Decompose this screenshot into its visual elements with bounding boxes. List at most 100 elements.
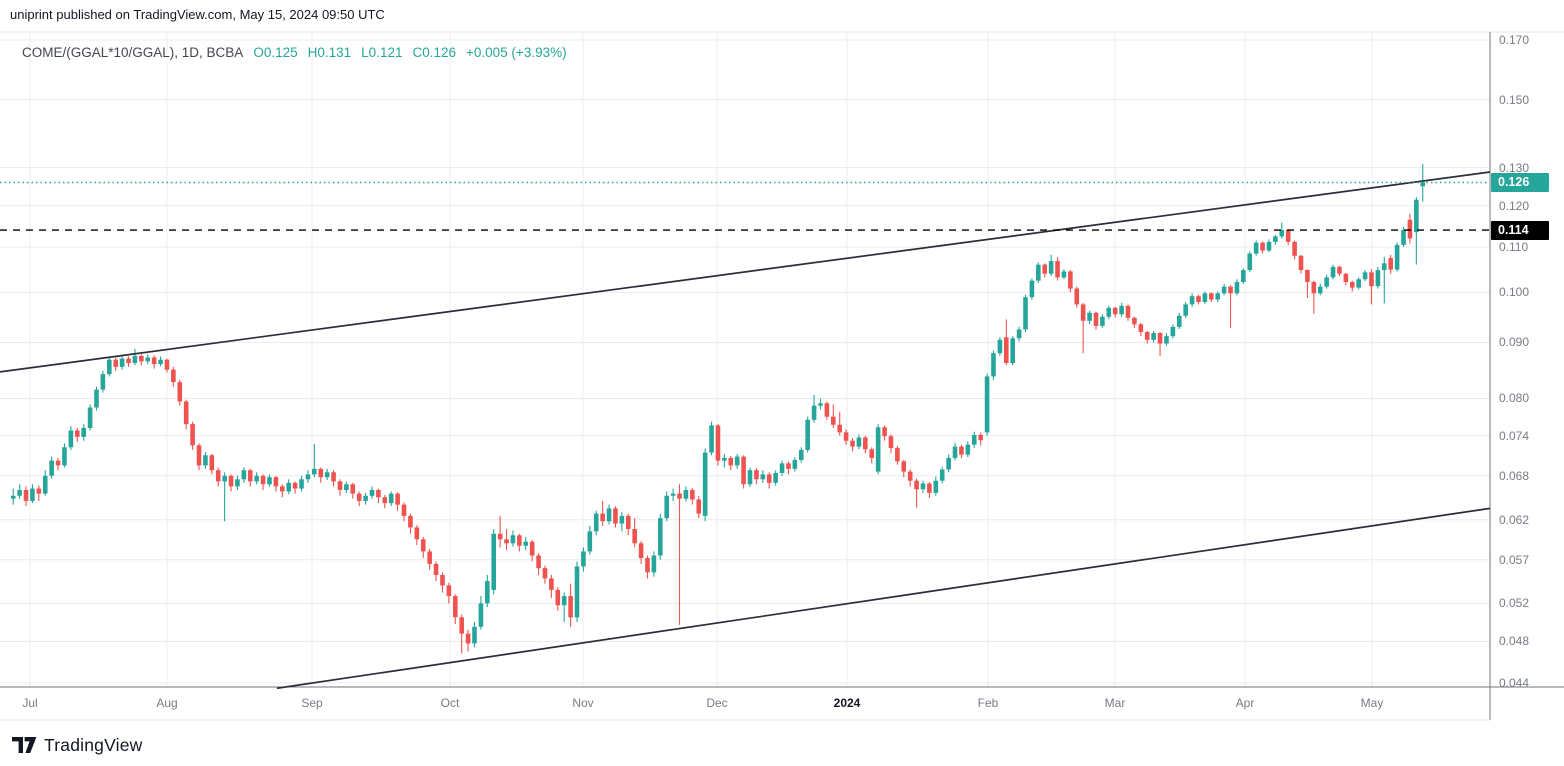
publish-attribution: uniprint published on TradingView.com, M…	[10, 7, 385, 22]
candle	[254, 472, 259, 485]
candle	[1042, 263, 1048, 278]
candle	[786, 461, 791, 475]
candle	[1170, 324, 1176, 339]
candle	[491, 529, 497, 595]
candle	[183, 399, 189, 430]
candle	[1298, 254, 1304, 274]
candle	[36, 485, 42, 501]
time-tick-month: Feb	[977, 696, 999, 710]
candle	[1349, 280, 1355, 292]
candlestick-chart[interactable]	[0, 0, 1564, 766]
tradingview-published-chart-page: { "header": { "publish_line": "uniprint …	[0, 0, 1564, 766]
candle	[523, 536, 529, 550]
candle	[126, 356, 131, 367]
candle	[139, 354, 144, 366]
candle	[1247, 251, 1253, 272]
time-tick-month: Oct	[440, 696, 460, 710]
candle	[318, 467, 324, 483]
candle	[632, 518, 637, 548]
candle	[895, 445, 900, 465]
candle	[62, 443, 67, 468]
candle	[504, 529, 509, 550]
price-tick-label: 0.057	[1499, 552, 1530, 567]
candle	[247, 468, 253, 487]
candle	[485, 574, 490, 608]
candle	[1189, 293, 1195, 307]
candle	[1202, 291, 1208, 304]
candle	[1273, 235, 1278, 245]
candle	[1023, 294, 1028, 333]
candle	[241, 467, 247, 483]
candle	[779, 460, 785, 476]
candle	[465, 629, 471, 652]
price-tick-label: 0.062	[1499, 512, 1530, 527]
candle	[215, 467, 221, 487]
candle	[497, 515, 503, 548]
footer-brand[interactable]: TradingView	[12, 735, 143, 756]
legend-change: +0.005 (+3.93%)	[466, 45, 567, 60]
candle	[1394, 242, 1400, 272]
candle	[1157, 332, 1163, 356]
candle	[542, 565, 548, 584]
candle	[1132, 316, 1137, 328]
candle	[856, 434, 862, 450]
candle	[42, 470, 48, 496]
candle	[1048, 254, 1054, 277]
candle	[324, 468, 330, 481]
candle	[728, 455, 734, 471]
candle	[81, 424, 86, 441]
candle	[1330, 264, 1336, 280]
candle	[901, 459, 907, 478]
candle	[1228, 285, 1233, 328]
candle	[1016, 326, 1022, 342]
candle	[606, 504, 612, 525]
candle	[792, 457, 798, 472]
candle	[536, 553, 541, 575]
candle	[824, 401, 830, 420]
candle	[1234, 279, 1240, 296]
candle	[472, 622, 477, 648]
candle	[30, 484, 35, 504]
candle	[164, 358, 170, 373]
candle	[119, 355, 125, 370]
candle	[1292, 240, 1297, 260]
legend-open: O0.125	[253, 45, 298, 60]
candle	[952, 442, 958, 461]
candle	[811, 394, 817, 423]
candle	[664, 491, 670, 522]
price-tick-label: 0.068	[1499, 468, 1530, 483]
candle	[805, 416, 810, 453]
price-tick-label: 0.150	[1499, 92, 1530, 107]
candle	[997, 337, 1003, 356]
price-tick-label: 0.120	[1499, 198, 1530, 213]
price-tick-label: 0.052	[1499, 596, 1530, 611]
candle	[440, 572, 445, 593]
candle	[1106, 305, 1112, 320]
candle	[843, 429, 849, 445]
candle	[420, 536, 426, 559]
candle	[49, 456, 54, 479]
legend-low: L0.121	[361, 45, 403, 60]
candle	[235, 475, 240, 490]
candle	[1055, 257, 1060, 281]
candle	[1138, 322, 1144, 337]
candle	[1285, 229, 1291, 245]
candle	[1125, 304, 1131, 321]
candle	[363, 492, 368, 505]
candle	[1324, 274, 1329, 289]
candle	[356, 491, 362, 507]
candle	[1151, 330, 1156, 343]
candle	[1119, 302, 1124, 317]
candle	[830, 404, 836, 428]
candle	[561, 592, 567, 623]
price-tick-label: 0.170	[1499, 33, 1530, 47]
tradingview-wordmark: TradingView	[44, 735, 143, 755]
candle	[645, 555, 650, 579]
candle	[529, 540, 535, 562]
candle	[388, 491, 394, 507]
candle	[715, 424, 721, 466]
candle	[722, 453, 727, 468]
candle	[260, 474, 266, 490]
candle	[107, 357, 112, 377]
candle	[696, 495, 702, 519]
